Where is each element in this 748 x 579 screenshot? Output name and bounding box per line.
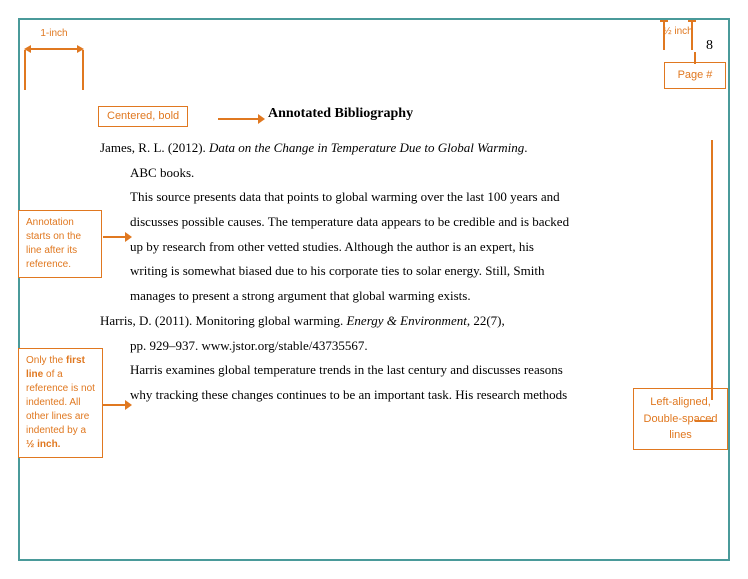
bibliography-title: Annotated Bibliography — [268, 106, 413, 122]
half-inch-annotation: ½ inch — [658, 20, 698, 50]
first-line-callout: Only the first line of a reference is no… — [18, 348, 103, 458]
one-inch-annotation: 1-inch — [24, 28, 84, 57]
annotation-starts-callout: Annotation starts on the line after its … — [18, 210, 102, 278]
main-content: James, R. L. (2012). Data on the Change … — [100, 136, 686, 408]
ref1-citation: James, R. L. (2012). Data on the Change … — [100, 136, 686, 161]
reference-2: Harris, D. (2011). Monitoring global war… — [100, 309, 686, 358]
page-connector-line — [694, 52, 696, 64]
ref2-pages: pp. 929–937. www.jstor.org/stable/437355… — [100, 334, 686, 359]
right-connector-h — [695, 420, 713, 422]
annotation-1: This source presents data that points to… — [100, 185, 686, 308]
ref1-publisher: ABC books. — [100, 161, 686, 186]
page-label-box: Page # — [664, 62, 726, 89]
annotation-2: Harris examines global temperature trend… — [100, 358, 686, 407]
reference-1: James, R. L. (2012). Data on the Change … — [100, 136, 686, 185]
centered-bold-arrow — [218, 114, 265, 124]
centered-bold-box: Centered, bold — [98, 106, 188, 127]
right-side-connector — [711, 140, 713, 400]
page-number: 8 — [706, 38, 713, 54]
ref2-citation: Harris, D. (2011). Monitoring global war… — [100, 309, 686, 334]
